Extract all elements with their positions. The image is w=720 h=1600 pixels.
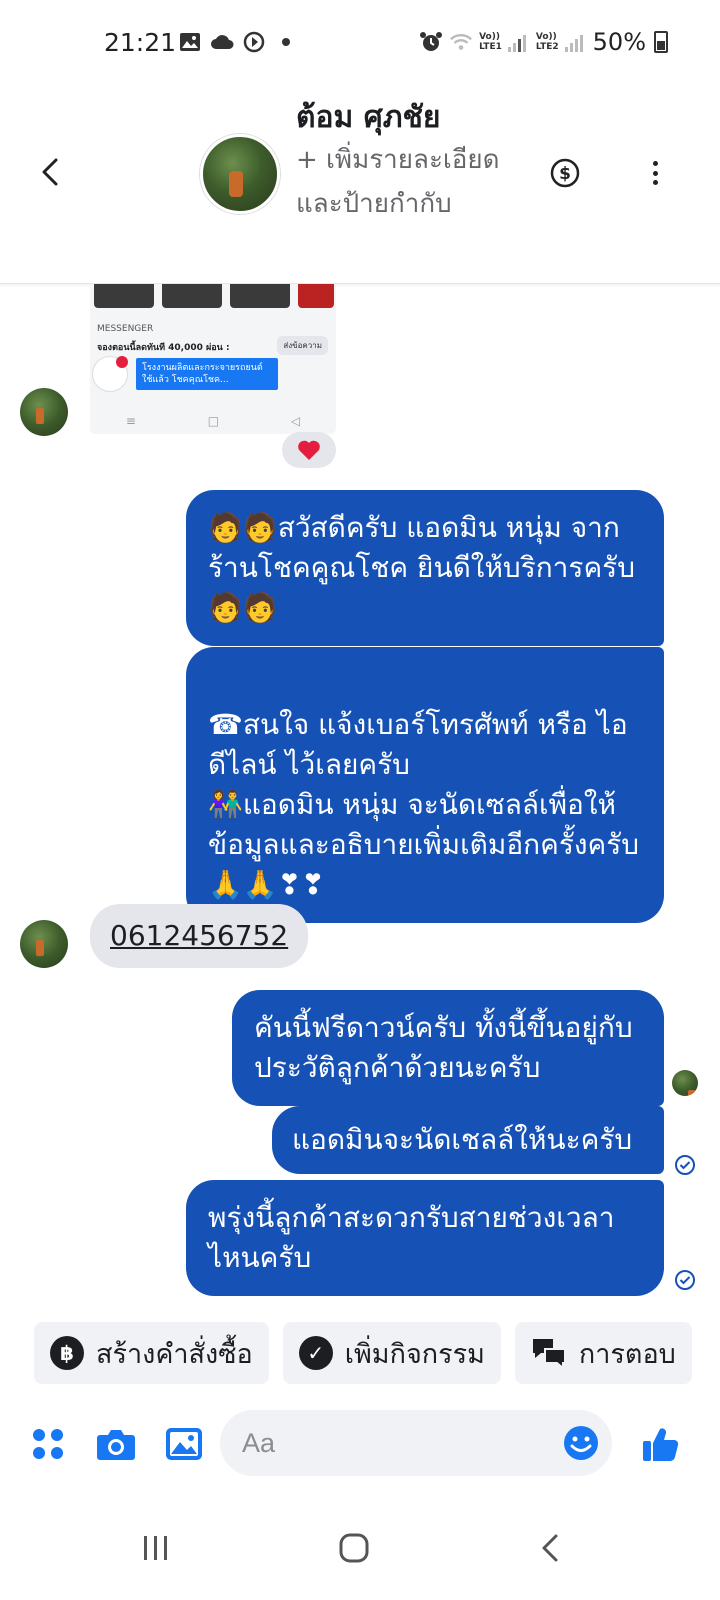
grid-dots-icon — [33, 1429, 63, 1459]
gallery-button[interactable] — [162, 1422, 206, 1466]
read-receipt-avatar — [672, 1070, 698, 1096]
camera-icon — [97, 1430, 135, 1460]
message-text: พรุ่งนี้ลูกค้าสะดวกรับสายช่วงเวลาไหนครับ — [208, 1201, 615, 1274]
baht-icon: ฿ — [50, 1336, 84, 1370]
more-options-button[interactable] — [640, 158, 670, 188]
sim1-label: Vo)) LTE1 — [479, 32, 502, 52]
thumbs-up-icon — [643, 1428, 679, 1462]
dollar-circle-icon: $ — [550, 158, 580, 188]
sync-icon — [242, 30, 266, 54]
sender-avatar[interactable] — [20, 920, 68, 968]
message-text: คันนี้ฟรีดาวน์ครับ ทั้งนี้ขึ้นอยู่กับประ… — [254, 1011, 633, 1084]
notification-icons — [178, 30, 290, 54]
system-back-button[interactable] — [520, 1522, 580, 1574]
add-details-link[interactable]: + เพิ่มรายละเอียดและป้ายกำกับ — [296, 138, 526, 226]
wifi-icon — [449, 30, 473, 54]
image-icon — [166, 1428, 202, 1460]
recents-icon — [144, 1536, 167, 1560]
message-text: 🧑🧑สวัสดีครับ แอดมิน หนุ่ม จากร้านโชคคูณโ… — [208, 511, 635, 624]
sim2-label: Vo)) LTE2 — [536, 32, 559, 52]
dot-icon — [652, 180, 658, 185]
heart-icon — [298, 440, 320, 460]
check-circle-icon: ✓ — [298, 1336, 333, 1370]
contact-name[interactable]: ต้อม ศุภชัย — [296, 94, 440, 141]
more-notifications-dot — [282, 38, 290, 46]
sim1-signal-icon — [507, 32, 526, 52]
outgoing-message[interactable]: คันนี้ฟรีดาวน์ครับ ทั้งนี้ขึ้นอยู่กับประ… — [232, 990, 664, 1106]
battery-percent: 50% — [592, 28, 646, 56]
battery-icon — [654, 31, 668, 53]
quick-actions-bar[interactable]: ฿ สร้างคำสั่งซื้อ ✓ เพิ่มกิจกรรม การตอบ — [34, 1322, 692, 1384]
image-send-label: ส่งข้อความ — [277, 336, 328, 355]
image-badge — [116, 356, 128, 368]
add-activity-label: เพิ่มกิจกรรม — [344, 1338, 485, 1370]
add-activity-button[interactable]: ✓ เพิ่มกิจกรรม — [282, 1322, 501, 1384]
cloud-icon — [210, 30, 234, 54]
image-nav-bar: ≡ □ ◁ — [125, 414, 301, 428]
chat-bubbles-icon — [532, 1339, 566, 1369]
image-car-strip — [94, 284, 334, 308]
payment-button[interactable]: $ — [550, 158, 580, 188]
more-actions-button[interactable] — [26, 1422, 70, 1466]
outgoing-message[interactable]: พรุ่งนี้ลูกค้าสะดวกรับสายช่วงเวลาไหนครับ — [186, 1180, 664, 1296]
outgoing-message[interactable]: 🧑🧑สวัสดีครับ แอดมิน หนุ่ม จากร้านโชคคูณโ… — [186, 490, 664, 646]
message-text: แอดมินจะนัดเชลล์ให้นะครับ — [292, 1123, 633, 1156]
image-tooltip: โรงงานผลิตและกระจายรถยนต์ใช้แล้ว โชคคุณโ… — [136, 358, 278, 390]
incoming-message[interactable]: 0612456752 — [90, 904, 309, 968]
image-promo-line: จองตอนนี้ลดทันที 40,000 ผ่อน : — [97, 343, 230, 353]
system-status: Vo)) LTE1 Vo)) LTE2 50% — [419, 28, 668, 56]
shared-image-message[interactable]: MESSENGER จองตอนนี้ลดทันที 40,000 ผ่อน :… — [90, 284, 336, 434]
sender-avatar[interactable] — [20, 388, 68, 436]
conversation-header: ต้อม ศุภชัย + เพิ่มรายละเอียดและป้ายกำกั… — [0, 82, 720, 284]
chevron-left-icon — [42, 158, 58, 186]
status-bar: 21:21 Vo)) LTE1 Vo)) LTE2 50% — [0, 0, 720, 82]
create-order-button[interactable]: ฿ สร้างคำสั่งซื้อ — [34, 1322, 269, 1384]
message-text: ☎สนใจ แจ้งเบอร์โทรศัพท์ หรือ ไอดีไลน์ ไว… — [208, 708, 640, 901]
recent-apps-button[interactable] — [126, 1522, 186, 1574]
dot-icon — [652, 161, 658, 166]
sim1-network: LTE1 — [479, 42, 502, 52]
sim1-volte: Vo)) — [479, 32, 500, 42]
like-button[interactable] — [638, 1422, 682, 1466]
home-icon — [339, 1533, 369, 1563]
create-order-label: สร้างคำสั่งซื้อ — [96, 1338, 253, 1370]
message-input[interactable] — [220, 1410, 612, 1476]
heart-reaction[interactable] — [282, 432, 336, 468]
sim2-network: LTE2 — [535, 42, 559, 52]
delivered-check-icon — [675, 1270, 695, 1290]
home-button[interactable] — [324, 1522, 384, 1574]
status-time: 21:21 — [104, 28, 177, 57]
message-composer — [0, 1408, 720, 1480]
sim2-volte: Vo)) — [535, 32, 557, 42]
saved-replies-label: การตอบ — [578, 1338, 676, 1370]
outgoing-message[interactable]: แอดมินจะนัดเชลล์ให้นะครับ — [272, 1106, 664, 1174]
contact-avatar[interactable] — [200, 134, 280, 214]
delivered-check-icon — [675, 1155, 695, 1175]
dot-icon — [652, 170, 658, 176]
back-icon — [542, 1534, 558, 1562]
svg-text:$: $ — [559, 164, 571, 184]
image-messenger-label: MESSENGER — [97, 324, 154, 334]
smiley-icon — [564, 1426, 598, 1460]
phone-number-link[interactable]: 0612456752 — [110, 919, 288, 952]
gallery-icon — [178, 30, 202, 54]
camera-button[interactable] — [94, 1422, 138, 1466]
outgoing-message[interactable]: ☎สนใจ แจ้งเบอร์โทรศัพท์ หรือ ไอดีไลน์ ไว… — [186, 647, 664, 923]
back-button[interactable] — [30, 152, 70, 192]
alarm-icon — [419, 30, 443, 54]
sim2-signal-icon — [564, 32, 583, 52]
saved-replies-button[interactable]: การตอบ — [514, 1322, 692, 1384]
message-list[interactable]: MESSENGER จองตอนนี้ลดทันที 40,000 ผ่อน :… — [0, 284, 720, 1314]
system-navigation-bar — [0, 1500, 720, 1600]
emoji-button[interactable] — [562, 1424, 600, 1462]
